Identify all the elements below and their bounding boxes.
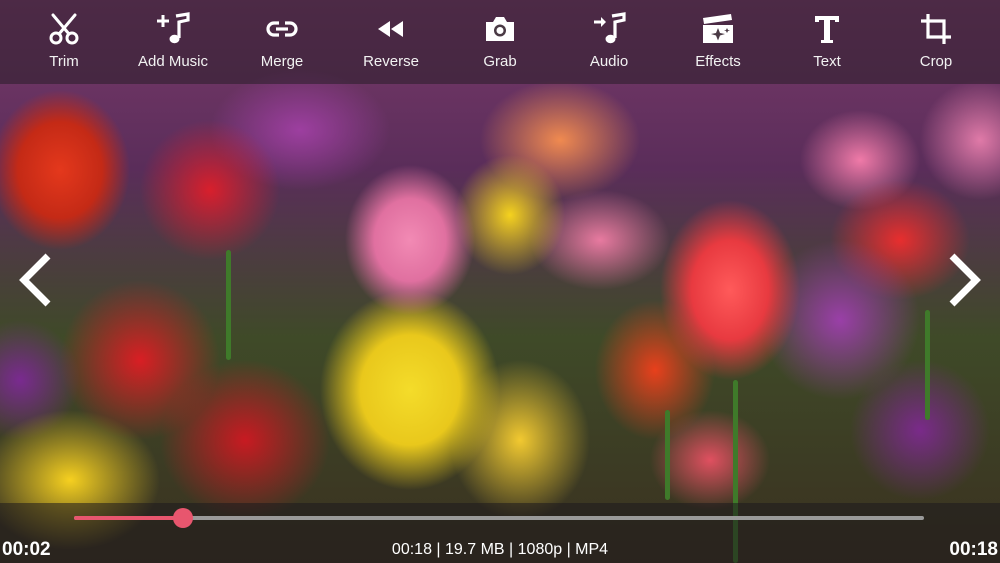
chevron-right-icon	[944, 250, 984, 315]
tulip-stem	[226, 250, 231, 360]
effects-button[interactable]: Effects	[670, 0, 766, 84]
seek-bar-thumb[interactable]	[172, 508, 193, 528]
link-icon	[265, 12, 299, 46]
scissors-icon	[47, 12, 81, 46]
merge-button[interactable]: Merge	[234, 0, 330, 84]
tulip-stem	[665, 410, 670, 500]
rewind-icon	[374, 12, 408, 46]
text-icon	[810, 12, 844, 46]
seek-bar[interactable]	[74, 508, 924, 528]
merge-label: Merge	[260, 53, 304, 70]
crop-button[interactable]: Crop	[888, 0, 984, 84]
trim-button[interactable]: Trim	[16, 0, 112, 84]
chevron-left-icon	[16, 250, 56, 315]
audio-label: Audio	[589, 53, 629, 70]
crop-icon	[919, 12, 953, 46]
text-label: Text	[813, 53, 841, 70]
text-button[interactable]: Text	[779, 0, 875, 84]
total-time: 00:18	[949, 539, 998, 560]
crop-label: Crop	[919, 53, 953, 70]
trim-label: Trim	[49, 53, 79, 70]
next-button[interactable]	[942, 250, 986, 314]
video-preview[interactable]	[0, 0, 1000, 563]
reverse-label: Reverse	[363, 53, 419, 70]
grab-label: Grab	[483, 53, 517, 70]
camera-icon	[483, 12, 517, 46]
tulip-stem	[925, 310, 930, 420]
video-info: 00:18 | 19.7 MB | 1080p | MP4	[391, 541, 609, 558]
audio-button[interactable]: Audio	[561, 0, 657, 84]
add-music-label: Add Music	[137, 53, 209, 70]
audio-icon	[592, 12, 626, 46]
add-music-icon	[156, 12, 190, 46]
top-toolbar: Trim Add Music Merge Reverse Grab Audio	[0, 0, 1000, 84]
clapperboard-sparkle-icon	[701, 12, 735, 46]
previous-button[interactable]	[14, 250, 58, 314]
effects-label: Effects	[695, 53, 741, 70]
reverse-button[interactable]: Reverse	[343, 0, 439, 84]
add-music-button[interactable]: Add Music	[125, 0, 221, 84]
seek-bar-progress	[74, 516, 183, 520]
grab-button[interactable]: Grab	[452, 0, 548, 84]
